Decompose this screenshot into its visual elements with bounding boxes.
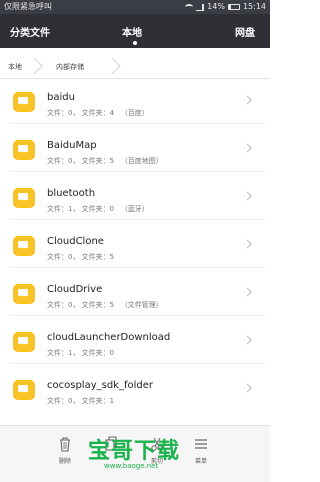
carrier-text: 仅限紧急呼叫 <box>4 2 52 11</box>
divider <box>10 171 265 172</box>
folder-icon <box>13 188 35 208</box>
folder-name: BaiduMap <box>47 140 97 151</box>
tab-cloud-drive[interactable]: 网盘 <box>235 24 255 39</box>
divider <box>10 123 265 124</box>
divider <box>10 315 265 316</box>
tab-bar: 分类文件 本地 网盘 <box>0 14 270 48</box>
trash-icon <box>60 437 70 452</box>
battery-icon <box>227 4 240 10</box>
watermark-url: www.baoge.net <box>104 462 159 470</box>
folder-meta: 文件：0， 文件夹：5 <box>47 253 115 261</box>
folder-meta: 文件：0， 文件夹：4 （百度） <box>47 109 149 117</box>
divider <box>10 267 265 268</box>
tab-local[interactable]: 本地 <box>122 24 142 39</box>
folder-icon <box>13 332 35 352</box>
delete-button[interactable]: 删除 <box>50 436 80 465</box>
folder-name: CloudDrive <box>47 284 103 295</box>
chevron-right-icon <box>246 383 252 393</box>
folder-meta: 文件：0， 文件夹：5 （百度地图） <box>47 157 163 165</box>
chevron-right-icon <box>246 287 252 297</box>
clock: 15:14 <box>242 2 266 11</box>
breadcrumb: 本地 内部存储 <box>0 55 270 79</box>
folder-name: cloudLauncherDownload <box>47 332 171 343</box>
status-bar: 仅限紧急呼叫 14% 15:14 <box>0 0 270 14</box>
list-item[interactable]: CloudDrive 文件：0， 文件夹：5 （文件管理） <box>0 272 270 316</box>
folder-name: bluetooth <box>47 188 96 199</box>
folder-icon <box>13 92 35 112</box>
breadcrumb-internal-storage[interactable]: 内部存储 <box>56 62 84 72</box>
breadcrumb-separator-icon <box>111 58 121 74</box>
folder-icon <box>13 380 35 400</box>
folder-icon <box>13 140 35 160</box>
folder-meta: 文件：0， 文件夹：1 <box>47 397 115 405</box>
folder-icon <box>13 236 35 256</box>
breadcrumb-separator-icon <box>33 58 43 74</box>
folder-name: CloudClone <box>47 236 104 247</box>
folder-meta: 文件：0， 文件夹：5 （文件管理） <box>47 301 163 309</box>
active-tab-indicator <box>133 41 137 45</box>
battery-percent: 14% <box>207 2 225 11</box>
delete-label: 删除 <box>58 458 71 465</box>
breadcrumb-local[interactable]: 本地 <box>8 62 22 72</box>
chevron-right-icon <box>246 95 252 105</box>
chevron-right-icon <box>246 239 252 249</box>
list-item[interactable]: CloudClone 文件：0， 文件夹：5 <box>0 224 270 268</box>
folder-name: baidu <box>47 92 75 103</box>
list-item[interactable]: bluetooth 文件：1， 文件夹：0 （蓝牙） <box>0 176 270 220</box>
divider <box>10 219 265 220</box>
folder-icon <box>13 284 35 304</box>
wifi-icon <box>185 4 194 10</box>
divider <box>10 363 265 364</box>
watermark-logo-text: 宝哥下载 <box>88 439 181 464</box>
chevron-right-icon <box>246 191 252 201</box>
folder-name: cocosplay_sdk_folder <box>47 380 153 391</box>
tab-category-files[interactable]: 分类文件 <box>10 24 50 39</box>
chevron-right-icon <box>246 143 252 153</box>
folder-meta: 文件：1， 文件夹：0 （蓝牙） <box>47 205 149 213</box>
folder-meta: 文件：1， 文件夹：0 <box>47 349 115 357</box>
list-item[interactable]: baidu 文件：0， 文件夹：4 （百度） <box>0 80 270 124</box>
list-item[interactable]: cocosplay_sdk_folder 文件：0， 文件夹：1 <box>0 368 270 412</box>
list-item[interactable]: cloudLauncherDownload 文件：1， 文件夹：0 <box>0 320 270 364</box>
watermark: 宝哥下载 www.baoge.net <box>88 433 198 473</box>
list-item[interactable]: BaiduMap 文件：0， 文件夹：5 （百度地图） <box>0 128 270 172</box>
chevron-right-icon <box>246 335 252 345</box>
signal-icon <box>196 3 205 11</box>
